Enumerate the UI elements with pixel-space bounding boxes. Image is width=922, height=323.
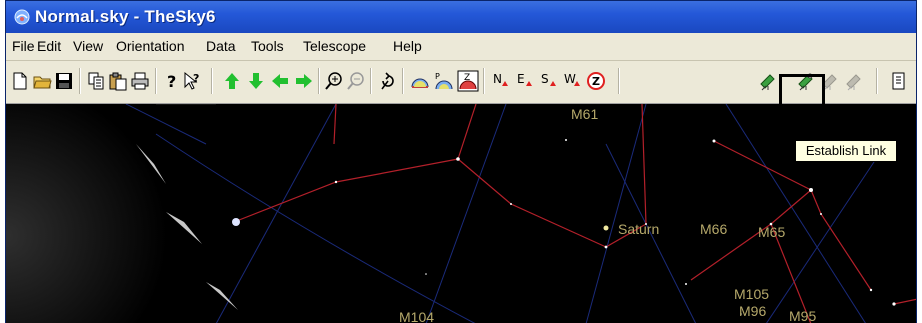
sky-label-m61[interactable]: M61: [571, 106, 598, 122]
sky-label-m96[interactable]: M96: [739, 303, 766, 319]
zenith-view-icon[interactable]: Z: [457, 70, 479, 92]
save-icon[interactable]: [54, 71, 74, 91]
toolbar-separator: [402, 68, 404, 94]
svg-text:S: S: [541, 72, 549, 86]
svg-text:Z: Z: [592, 75, 600, 88]
toolbar-separator: [370, 68, 372, 94]
sky-label-m65[interactable]: M65: [758, 224, 785, 240]
arrow-right-icon[interactable]: [294, 71, 314, 91]
print-icon[interactable]: [130, 71, 150, 91]
highlight-box: [779, 74, 825, 130]
page-icon[interactable]: [888, 71, 908, 91]
menu-edit[interactable]: Edit: [37, 38, 61, 54]
sky-label-m104[interactable]: M104: [399, 309, 434, 323]
arrow-down-icon[interactable]: [246, 71, 266, 91]
pole-view-icon[interactable]: P: [434, 71, 454, 91]
application-window: Normal.sky - TheSky6 File Edit View Orie…: [5, 0, 917, 323]
help-icon[interactable]: ?: [161, 71, 181, 91]
sky-label-m105[interactable]: M105: [734, 286, 769, 302]
menu-data[interactable]: Data: [206, 38, 236, 54]
sky-chart-canvas: [6, 104, 916, 323]
zoom-out-icon: [346, 71, 366, 91]
look-south-icon[interactable]: S: [538, 71, 558, 91]
window-title: Normal.sky - TheSky6: [35, 7, 216, 26]
toolbar-separator: [155, 68, 157, 94]
toolbar-separator: [876, 68, 878, 94]
horizon-view-icon[interactable]: [410, 71, 430, 91]
sky-label-m66[interactable]: M66: [700, 221, 727, 237]
svg-text:P: P: [435, 72, 440, 81]
context-help-icon[interactable]: ?: [182, 71, 202, 91]
menu-tools[interactable]: Tools: [251, 38, 284, 54]
zoom-in-icon[interactable]: [324, 71, 344, 91]
svg-text:?: ?: [167, 72, 176, 91]
menu-help[interactable]: Help: [393, 38, 422, 54]
sky-label-saturn[interactable]: Saturn: [618, 221, 659, 237]
telescope-find-icon[interactable]: [758, 71, 778, 91]
look-west-icon[interactable]: W: [562, 71, 582, 91]
menu-bar: File Edit View Orientation Data Tools Te…: [6, 33, 916, 61]
menu-file[interactable]: File: [12, 38, 35, 54]
arrow-left-icon[interactable]: [270, 71, 290, 91]
svg-text:W: W: [564, 72, 576, 86]
menu-view[interactable]: View: [73, 38, 103, 54]
toolbar-separator: [483, 68, 485, 94]
look-zenith-icon[interactable]: Z: [586, 71, 606, 91]
toolbar-separator: [318, 68, 320, 94]
menu-telescope[interactable]: Telescope: [303, 38, 366, 54]
toolbar-separator: [211, 68, 213, 94]
look-north-icon[interactable]: N: [490, 71, 510, 91]
tooltip: Establish Link: [795, 140, 897, 162]
rotate-icon[interactable]: [378, 71, 398, 91]
toolbar-separator: [79, 68, 81, 94]
svg-text:N: N: [493, 72, 502, 86]
svg-text:?: ?: [193, 72, 199, 85]
arrow-up-icon[interactable]: [222, 71, 242, 91]
paste-icon[interactable]: [108, 71, 128, 91]
copy-icon[interactable]: [86, 71, 106, 91]
svg-text:E: E: [517, 72, 525, 86]
look-east-icon[interactable]: E: [514, 71, 534, 91]
menu-orientation[interactable]: Orientation: [116, 38, 184, 54]
app-icon: [14, 9, 30, 25]
toolbar-separator: [618, 68, 620, 94]
telescope-abort-icon: [844, 71, 864, 91]
sky-chart[interactable]: M61 Saturn M66 M65 M105 M96 M95 M104: [6, 104, 916, 323]
title-bar[interactable]: Normal.sky - TheSky6: [6, 1, 916, 33]
open-folder-icon[interactable]: [32, 71, 52, 91]
sky-label-m95[interactable]: M95: [789, 308, 816, 323]
new-file-icon[interactable]: [10, 71, 30, 91]
